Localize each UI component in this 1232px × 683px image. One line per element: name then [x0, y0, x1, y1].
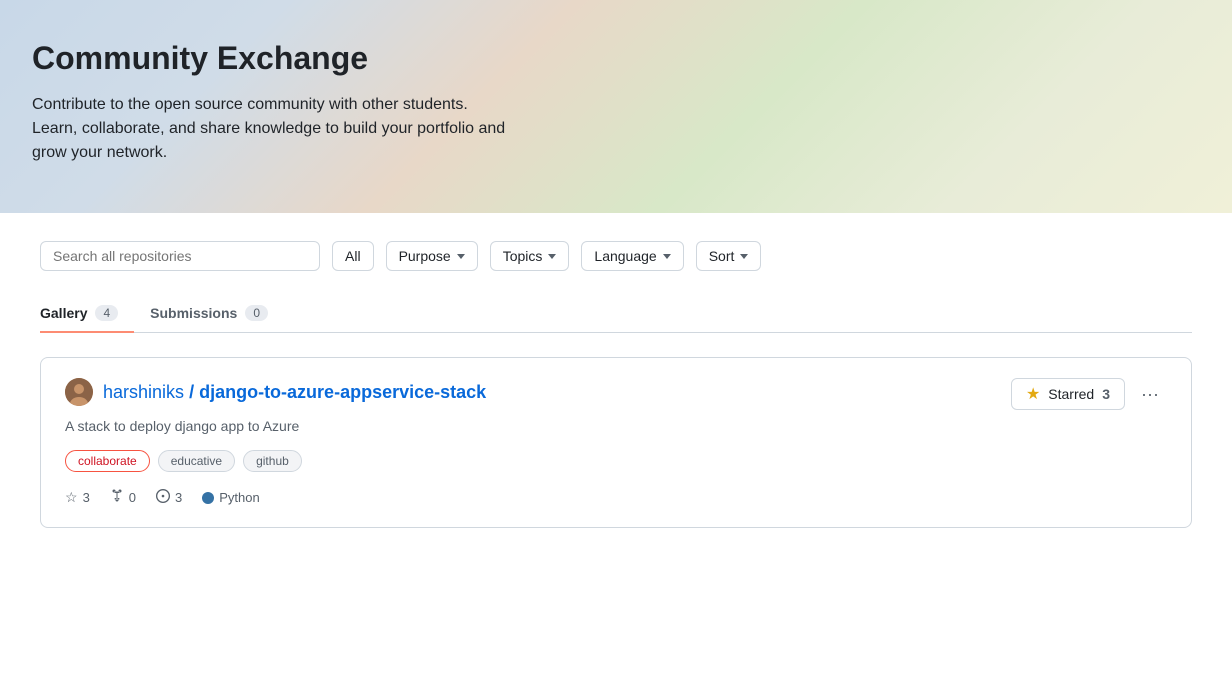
stat-issues: 3	[156, 489, 182, 506]
starred-count: 3	[1102, 386, 1110, 402]
repo-link[interactable]: harshiniks / django-to-azure-appservice-…	[103, 382, 486, 403]
repo-header: harshiniks / django-to-azure-appservice-…	[65, 378, 1167, 410]
language-filter-button[interactable]: Language	[581, 241, 683, 271]
stat-forks: 0	[110, 488, 136, 507]
issue-count: 3	[175, 490, 182, 505]
language-name: Python	[219, 490, 259, 505]
tag-educative[interactable]: educative	[158, 450, 235, 472]
purpose-filter-button[interactable]: Purpose	[386, 241, 478, 271]
hero-title: Community Exchange	[32, 40, 1200, 77]
tab-submissions-label: Submissions	[150, 305, 237, 321]
chevron-down-icon	[663, 254, 671, 259]
hero-banner: Community Exchange Contribute to the ope…	[0, 0, 1232, 213]
chevron-down-icon	[740, 254, 748, 259]
tabs-bar: Gallery 4 Submissions 0	[40, 295, 1192, 333]
search-input[interactable]	[40, 241, 320, 271]
hero-description: Contribute to the open source community …	[32, 93, 512, 165]
stat-stars: ☆ 3	[65, 489, 90, 506]
issue-icon	[156, 489, 170, 506]
tag-github[interactable]: github	[243, 450, 302, 472]
star-count: 3	[83, 490, 90, 505]
starred-button[interactable]: ★ Starred 3	[1011, 378, 1125, 410]
language-label: Language	[594, 248, 656, 264]
topics-label: Topics	[503, 248, 543, 264]
repo-card: harshiniks / django-to-azure-appservice-…	[40, 357, 1192, 528]
repo-owner: harshiniks	[103, 382, 184, 402]
chevron-down-icon	[457, 254, 465, 259]
more-options-button[interactable]: ···	[1133, 379, 1167, 410]
tab-gallery-count: 4	[95, 305, 118, 321]
sort-filter-button[interactable]: Sort	[696, 241, 762, 271]
sort-label: Sort	[709, 248, 735, 264]
starred-label: Starred	[1048, 386, 1094, 402]
stat-language: Python	[202, 490, 259, 505]
tab-submissions-count: 0	[245, 305, 268, 321]
all-filter-button[interactable]: All	[332, 241, 374, 271]
repo-stats: ☆ 3 0 3	[65, 488, 1167, 507]
tab-gallery-label: Gallery	[40, 305, 87, 321]
fork-icon	[110, 488, 124, 507]
repo-actions: ★ Starred 3 ···	[1011, 378, 1167, 410]
avatar	[65, 378, 93, 406]
main-content: All Purpose Topics Language Sort Gallery…	[16, 213, 1216, 528]
repo-description: A stack to deploy django app to Azure	[65, 418, 1167, 434]
star-filled-icon: ★	[1026, 384, 1040, 404]
repo-separator: /	[189, 382, 199, 402]
purpose-label: Purpose	[399, 248, 451, 264]
repo-name: django-to-azure-appservice-stack	[199, 382, 486, 402]
language-color-dot	[202, 492, 214, 504]
repo-tags: collaborate educative github	[65, 450, 1167, 472]
topics-filter-button[interactable]: Topics	[490, 241, 570, 271]
repo-title-row: harshiniks / django-to-azure-appservice-…	[65, 378, 486, 406]
fork-count: 0	[129, 490, 136, 505]
tag-collaborate[interactable]: collaborate	[65, 450, 150, 472]
ellipsis-icon: ···	[1141, 384, 1159, 404]
user-avatar-image	[65, 378, 93, 406]
chevron-down-icon	[548, 254, 556, 259]
tab-submissions[interactable]: Submissions 0	[134, 295, 284, 333]
tab-gallery[interactable]: Gallery 4	[40, 295, 134, 333]
filter-bar: All Purpose Topics Language Sort	[40, 213, 1192, 295]
star-outline-icon: ☆	[65, 489, 78, 506]
